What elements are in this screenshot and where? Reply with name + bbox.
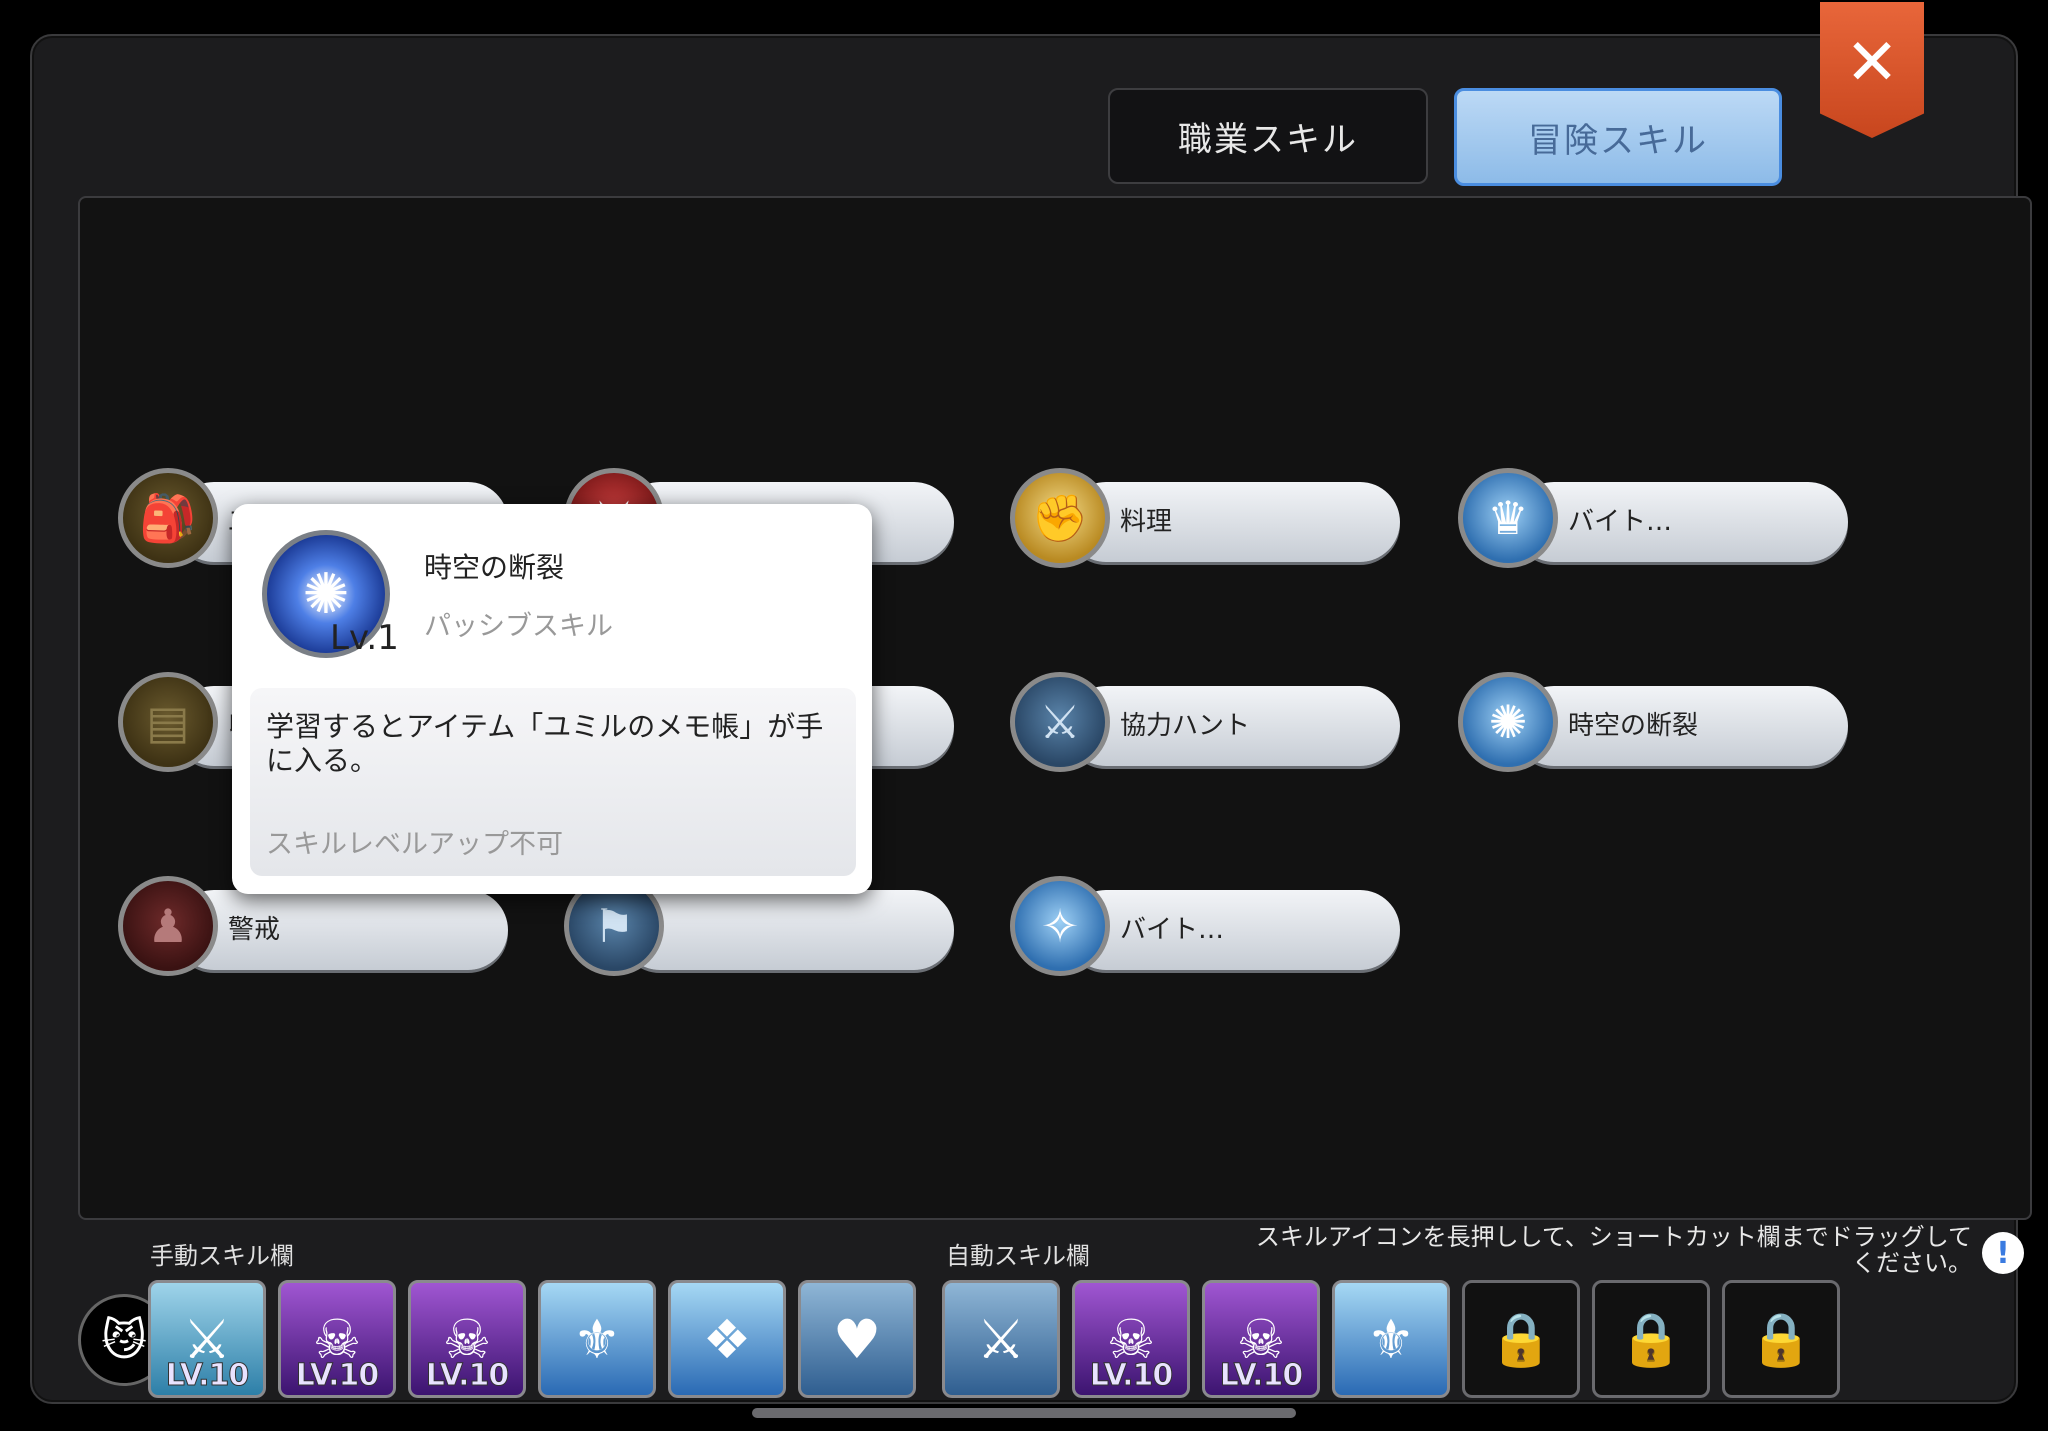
skill-name: 協力ハント [1120, 711, 1251, 741]
skill-name: 時空の断裂 [1568, 711, 1699, 741]
sword-aura-icon: ⚜ [572, 1307, 622, 1371]
auto-slot-7-locked[interactable]: 🔒 [1722, 1280, 1840, 1398]
skill-item-coop-hunt[interactable]: 協力ハント ⚔ [1010, 666, 1400, 772]
manual-skill-bar-label: 手動スキル欄 [150, 1242, 294, 1270]
auto-slot-3[interactable]: ☠ LV.10 [1202, 1280, 1320, 1398]
skill-item-part-time-2[interactable]: バイト… ✧ [1010, 870, 1400, 976]
manual-slot-1[interactable]: ⚔ LV.10 [148, 1280, 266, 1398]
home-indicator[interactable] [752, 1408, 1296, 1418]
auto-skill-bar-label: 自動スキル欄 [946, 1242, 1090, 1270]
auto-slot-2[interactable]: ☠ LV.10 [1072, 1280, 1190, 1398]
info-icon[interactable]: ! [1982, 1232, 2024, 1274]
slot-level: LV.10 [1089, 1358, 1173, 1394]
backpack-icon: 🎒 [118, 468, 218, 568]
skill-item-cooking[interactable]: 料理 ✊ [1010, 462, 1400, 568]
slot-level: LV.10 [295, 1358, 379, 1394]
close-icon: ✕ [1845, 26, 1899, 100]
auto-slot-4[interactable]: ⚜ [1332, 1280, 1450, 1398]
chest-icon: ▤ [118, 672, 218, 772]
manual-slot-5[interactable]: ❖ [668, 1280, 786, 1398]
drag-hint-line2: ください。 [1852, 1249, 1972, 1277]
auto-slot-6-locked[interactable]: 🔒 [1592, 1280, 1710, 1398]
broom-icon: ✧ [1010, 876, 1110, 976]
tab-adventure-skills[interactable]: 冒険スキル [1454, 88, 1782, 186]
slot-level: LV.10 [425, 1358, 509, 1394]
manual-slot-3[interactable]: ☠ LV.10 [408, 1280, 526, 1398]
manual-slot-4[interactable]: ⚜ [538, 1280, 656, 1398]
skill-name: バイト… [1120, 915, 1225, 945]
skill-tooltip: ✺ Lv.1 時空の断裂 パッシブスキル 学習するとアイテム「ユミルのメモ帳」が… [232, 504, 872, 894]
tab-bar: 職業スキル 冒険スキル [32, 88, 2016, 188]
rift-icon: ✺ [1458, 672, 1558, 772]
tooltip-skill-type: パッシブスキル [424, 611, 613, 642]
tooltip-skill-name: 時空の断裂 [424, 551, 565, 584]
tooltip-note: スキルレベルアップ不可 [266, 829, 563, 860]
slot-level: LV.10 [1219, 1358, 1303, 1394]
drag-hint-line1: スキルアイコンを長押しして、ショートカット欄までドラッグして [1255, 1223, 1972, 1251]
auto-slot-1[interactable]: ⚔ [942, 1280, 1060, 1398]
manual-slot-2[interactable]: ☠ LV.10 [278, 1280, 396, 1398]
heart-scroll-icon: ♥ [832, 1307, 882, 1371]
skill-name: バイト… [1568, 507, 1673, 537]
manual-slot-6[interactable]: ♥ [798, 1280, 916, 1398]
crown-icon: ♛ [1458, 468, 1558, 568]
skill-item-part-time-1[interactable]: バイト… ♛ [1458, 462, 1848, 568]
skill-name: 料理 [1120, 507, 1173, 537]
tab-job-skills[interactable]: 職業スキル [1108, 88, 1428, 184]
tooltip-level: Lv.1 [330, 618, 399, 658]
figure-icon: ♟ [118, 876, 218, 976]
tooltip-description: 学習するとアイテム「ユミルのメモ帳」が手に入る。 [266, 710, 824, 777]
lock-icon: 🔒 [1618, 1309, 1684, 1370]
skill-name: 警戒 [228, 915, 281, 945]
auto-slot-5-locked[interactable]: 🔒 [1462, 1280, 1580, 1398]
sword-burst-icon: ⚔ [976, 1307, 1026, 1371]
slot-level: LV.10 [165, 1358, 249, 1394]
skill-item-spacetime-rift[interactable]: 時空の断裂 ✺ [1458, 666, 1848, 772]
drag-hint: スキルアイコンを長押しして、ショートカット欄までドラッグして ください。 [1232, 1224, 1972, 1276]
lock-icon: 🔒 [1748, 1309, 1814, 1370]
ribbon-aura-icon: ❖ [702, 1307, 752, 1371]
close-button[interactable]: ✕ [1820, 2, 1924, 138]
sword-aura-icon: ⚜ [1366, 1307, 1416, 1371]
lock-icon: 🔒 [1488, 1309, 1554, 1370]
duo-fighters-icon: ⚔ [1010, 672, 1110, 772]
fist-icon: ✊ [1010, 468, 1110, 568]
tooltip-body: 学習するとアイテム「ユミルのメモ帳」が手に入る。 スキルレベルアップ不可 [250, 688, 856, 876]
